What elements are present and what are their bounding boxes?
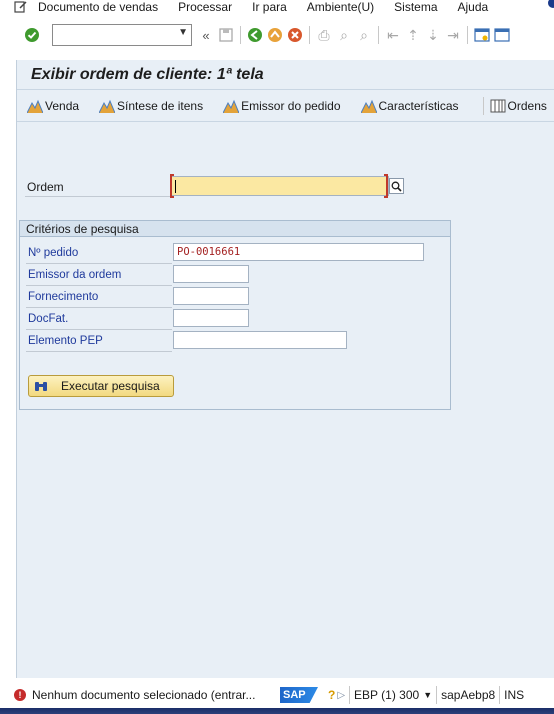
window-control-icon[interactable]	[548, 0, 554, 8]
status-message[interactable]: ! Nenhum documento selecionado (entrar..…	[0, 688, 270, 702]
help-icon[interactable]: ?	[328, 688, 335, 702]
search-criteria-group: Critérios de pesquisa Nº pedido PO-00166…	[19, 220, 451, 410]
field-underline	[26, 285, 172, 286]
status-message-text: Nenhum documento selecionado (entrar...	[32, 688, 256, 702]
new-session-icon[interactable]	[472, 25, 492, 45]
field-label-fornecimento: Fornecimento	[28, 291, 99, 303]
status-separator	[349, 686, 351, 704]
enter-check-icon[interactable]	[22, 25, 42, 45]
status-separator	[436, 686, 438, 704]
main-screen: Exibir ordem de cliente: 1ª tela Venda S…	[16, 60, 554, 678]
mountain-icon	[99, 99, 116, 113]
toolbar-separator	[240, 26, 241, 44]
collapse-arrows-icon[interactable]: «	[196, 25, 216, 45]
required-bracket-right	[384, 174, 388, 198]
text-cursor	[175, 180, 176, 193]
venda-button[interactable]: Venda	[27, 99, 79, 113]
ordem-label: Ordem	[27, 180, 64, 194]
last-page-icon[interactable]: ⇥	[443, 25, 463, 45]
status-separator	[499, 686, 501, 704]
mountain-icon	[223, 99, 240, 113]
page-title: Exibir ordem de cliente: 1ª tela	[31, 65, 264, 83]
menu-documento-de-vendas[interactable]: Documento de vendas	[38, 1, 158, 13]
field-label-docfat: DocFat.	[28, 313, 69, 325]
command-field[interactable]: ▼	[52, 24, 192, 46]
executar-pesquisa-label: Executar pesquisa	[61, 379, 160, 393]
venda-label: Venda	[45, 98, 80, 113]
error-icon: !	[14, 689, 26, 701]
mountain-icon	[360, 99, 377, 113]
menu-processar[interactable]: Processar	[178, 1, 232, 13]
insert-mode: INS	[504, 688, 525, 702]
field-underline	[26, 307, 172, 308]
system-toolbar: ▼ « ⎙ ⌕ ⌕ ⇤ ⇡ ⇣ ⇥	[0, 18, 554, 52]
ordem-input[interactable]	[171, 176, 389, 196]
field-label-elemento-pep: Elemento PEP	[28, 335, 103, 347]
mountain-icon	[27, 99, 43, 113]
emissor-do-pedido-label: Emissor do pedido	[241, 98, 341, 113]
document-edit-icon[interactable]	[14, 1, 28, 13]
first-page-icon[interactable]: ⇤	[383, 25, 403, 45]
chevron-down-icon[interactable]: ▼	[423, 690, 432, 700]
previous-page-icon[interactable]: ⇡	[403, 25, 423, 45]
ordens-label: Ordens	[507, 98, 547, 113]
toolbar-separator	[378, 26, 379, 44]
field-underline	[26, 263, 172, 264]
n-pedido-input[interactable]: PO-0016661	[173, 243, 424, 261]
menu-ambiente[interactable]: Ambiente(U)	[307, 1, 374, 13]
group-title: Critérios de pesquisa	[20, 221, 450, 237]
required-bracket-left	[170, 174, 174, 198]
executar-pesquisa-button[interactable]: Executar pesquisa	[28, 375, 174, 397]
play-icon[interactable]: ▷	[337, 690, 345, 701]
sap-logo: SAP	[280, 687, 318, 703]
table-icon	[490, 99, 506, 112]
toolbar-separator	[482, 96, 484, 115]
field-underline	[26, 351, 172, 352]
caracteristicas-button[interactable]: Características	[360, 98, 459, 113]
elemento-pep-input[interactable]	[173, 331, 347, 349]
next-page-icon[interactable]: ⇣	[423, 25, 443, 45]
back-icon[interactable]	[245, 25, 265, 45]
find-next-icon[interactable]: ⌕	[354, 25, 374, 45]
title-bar: Exibir ordem de cliente: 1ª tela	[17, 60, 554, 90]
print-icon[interactable]: ⎙	[314, 25, 334, 45]
menu-sistema[interactable]: Sistema	[394, 1, 437, 13]
field-label-n-pedido: Nº pedido	[28, 247, 79, 259]
exit-icon[interactable]	[265, 25, 285, 45]
menu-ajuda[interactable]: Ajuda	[458, 1, 489, 13]
status-bar: ! Nenhum documento selecionado (entrar..…	[0, 684, 554, 706]
toolbar-separator	[309, 26, 310, 44]
toolbar-separator	[467, 26, 468, 44]
emissor-do-pedido-button[interactable]: Emissor do pedido	[223, 98, 341, 113]
system-info: EBP (1) 300	[354, 688, 420, 702]
field-underline	[26, 329, 172, 330]
application-toolbar: Venda Síntese de itens Emissor do pedido…	[17, 90, 554, 122]
shortcut-icon[interactable]	[492, 25, 512, 45]
ordem-underline	[25, 196, 171, 197]
taskbar-strip	[0, 708, 554, 714]
fornecimento-input[interactable]	[173, 287, 249, 305]
ordens-button[interactable]: Ordens	[490, 99, 547, 113]
sintese-de-itens-button[interactable]: Síntese de itens	[99, 99, 203, 113]
field-label-emissor-da-ordem: Emissor da ordem	[28, 269, 122, 281]
caracteristicas-label: Características	[378, 98, 459, 113]
sintese-de-itens-label: Síntese de itens	[117, 98, 204, 113]
emissor-da-ordem-input[interactable]	[173, 265, 249, 283]
server-name: sapAebp8	[441, 688, 496, 702]
menu-ir-para[interactable]: Ir para	[252, 1, 287, 13]
cancel-icon[interactable]	[285, 25, 305, 45]
n-pedido-value: PO-0016661	[177, 246, 241, 258]
find-icon[interactable]: ⌕	[334, 25, 354, 45]
menu-bar: Documento de vendas Processar Ir para Am…	[0, 0, 554, 14]
save-icon[interactable]	[216, 25, 236, 45]
docfat-input[interactable]	[173, 309, 249, 327]
search-help-icon[interactable]	[389, 178, 404, 194]
binoculars-icon	[29, 380, 53, 392]
chevron-down-icon[interactable]: ▼	[178, 27, 188, 38]
